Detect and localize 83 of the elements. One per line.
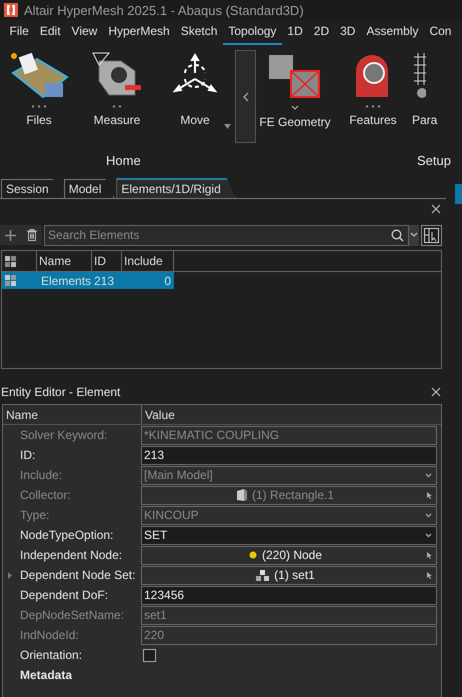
menu-tab[interactable]: 3D	[334, 20, 361, 45]
column-header: Name	[3, 405, 142, 424]
close-icon[interactable]	[431, 387, 441, 397]
node-set-icon	[256, 570, 270, 580]
menu-tab[interactable]: View	[66, 20, 103, 45]
layout-cursor-icon	[424, 228, 439, 242]
caret-icon	[425, 472, 432, 478]
ribbon-tool-label[interactable]: Para	[412, 113, 438, 127]
menu-tab[interactable]: 2D	[308, 20, 335, 45]
panel-tab[interactable]: Model	[64, 179, 114, 198]
ribbon-group-label: Setup	[417, 153, 451, 168]
dropdown[interactable]: SET	[141, 526, 437, 544]
property-label: DepNodeSetName:	[20, 608, 124, 622]
panel-layout-button[interactable]	[421, 224, 442, 246]
dropdown-arrow-icon[interactable]	[224, 124, 231, 129]
column-header: Value	[144, 406, 175, 424]
trash-icon[interactable]	[26, 229, 37, 241]
checkbox[interactable]	[143, 648, 156, 662]
property-label: Metadata	[20, 668, 72, 682]
menu-tab[interactable]: File	[4, 20, 34, 45]
panel-tab[interactable]: Elements/1D/Rigid	[116, 178, 236, 198]
table-cell-text: 213	[93, 272, 116, 289]
property-label: Dependent Node Set:	[20, 568, 136, 582]
menu-tab[interactable]: 1D	[282, 20, 308, 45]
column-header[interactable]	[2, 251, 37, 271]
entity-picker[interactable]: (220) Node	[141, 546, 437, 564]
column-header[interactable]: Name	[37, 251, 92, 271]
more-dots-icon[interactable]	[112, 105, 122, 108]
property-label: ID:	[20, 448, 36, 462]
text-field[interactable]: 213	[141, 446, 437, 464]
column-header[interactable]: ID	[92, 251, 122, 271]
property-label: NodeTypeOption:	[20, 528, 114, 542]
window-title: Altair HyperMesh 2025.1 - Abaqus (Standard3D)	[24, 2, 304, 18]
menu-tab[interactable]: Topology	[222, 20, 282, 45]
ribbon-tool-label[interactable]: FE Geometry	[259, 115, 331, 129]
property-label: Dependent DoF:	[20, 588, 108, 602]
ribbon-tool-label[interactable]: Move	[180, 113, 210, 127]
property-label: Solver Keyword:	[20, 428, 108, 442]
menu-tab[interactable]: Sketch	[175, 20, 223, 45]
ribbon-tool-label[interactable]: Measure	[94, 113, 140, 127]
search-icon[interactable]	[391, 228, 404, 242]
menu-tab[interactable]: Assembly	[360, 20, 424, 45]
property-label: IndNodeId:	[20, 628, 79, 642]
property-label: Type:	[20, 508, 50, 522]
more-dots-icon[interactable]	[365, 105, 381, 108]
caret-icon	[425, 512, 432, 518]
cursor-icon	[427, 492, 432, 498]
expand-arrow-icon[interactable]	[8, 572, 12, 578]
table-row[interactable]: Elements 213 0	[2, 272, 174, 289]
column-header[interactable]: Include	[122, 251, 174, 271]
node-dot-icon	[248, 551, 257, 559]
chevron-down-icon[interactable]	[291, 105, 299, 110]
app-logo-icon	[4, 3, 18, 17]
ribbon-group-label: Home	[106, 153, 141, 168]
ribbon-tool-label[interactable]: Files	[26, 113, 52, 127]
grid-gear-icon[interactable]	[412, 51, 426, 101]
cursor-icon	[427, 572, 432, 578]
panel-tab[interactable]: Session	[1, 179, 62, 198]
menu-tab[interactable]: Edit	[34, 20, 66, 45]
add-icon[interactable]	[5, 230, 16, 240]
property-label: Collector:	[20, 488, 71, 502]
menu-tab[interactable]: HyperMesh	[102, 20, 176, 45]
element-cells-icon	[5, 275, 16, 286]
entity-picker[interactable]: (1) set1	[141, 566, 437, 584]
component-icon	[236, 489, 247, 501]
search-options-button[interactable]	[409, 224, 419, 246]
property-label: Orientation:	[20, 648, 82, 662]
caret-icon	[425, 532, 432, 538]
table-cell-text: 0	[163, 272, 172, 289]
more-dots-icon[interactable]	[31, 105, 47, 108]
close-icon[interactable]	[431, 204, 441, 214]
element-cells-icon	[5, 256, 16, 266]
search-field[interactable]: Search Elements	[44, 224, 409, 246]
panel-title: Entity Editor - Element	[1, 385, 120, 399]
menu-tab[interactable]: Con	[424, 20, 457, 45]
text-field[interactable]: 123456	[141, 586, 437, 604]
property-label: Include:	[20, 468, 62, 482]
table-cell-text: Elements	[40, 272, 92, 289]
caret-icon	[410, 232, 418, 238]
ribbon-tool-label[interactable]: Features	[349, 113, 397, 127]
chevron-left-icon	[242, 92, 248, 102]
cursor-icon	[427, 552, 432, 558]
property-label: Independent Node:	[20, 548, 122, 562]
